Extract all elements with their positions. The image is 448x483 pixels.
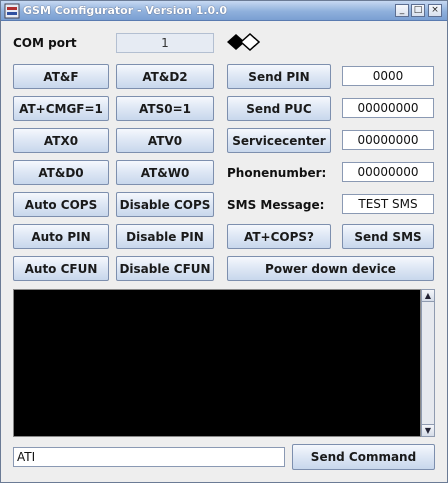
minimize-button[interactable]: _ — [395, 4, 409, 17]
phonenumber-label: Phonenumber: — [227, 166, 327, 180]
content-panel: COM port 1 AT&F AT&D2 Send PIN 0000 AT+C… — [1, 22, 447, 482]
send-command-button[interactable]: Send Command — [292, 444, 435, 470]
window-title: GSM Configurator - Version 1.0.0 — [23, 4, 228, 17]
auto-cfun-button[interactable]: Auto CFUN — [13, 256, 109, 281]
send-puc-button[interactable]: Send PUC — [227, 96, 331, 121]
sms-message-label: SMS Message: — [227, 198, 325, 212]
at-cmgf-button[interactable]: AT+CMGF=1 — [13, 96, 109, 121]
at-w0-button[interactable]: AT&W0 — [116, 160, 214, 185]
power-down-button[interactable]: Power down device — [227, 256, 434, 281]
com-port-label: COM port — [13, 36, 77, 50]
send-pin-button[interactable]: Send PIN — [227, 64, 331, 89]
scroll-up-icon[interactable]: ▲ — [422, 290, 434, 302]
com-port-field[interactable]: 1 — [116, 33, 214, 53]
close-button[interactable]: × — [428, 4, 442, 17]
pin-input[interactable]: 0000 — [342, 66, 434, 86]
auto-pin-button[interactable]: Auto PIN — [13, 224, 109, 249]
app-icon — [4, 3, 20, 19]
command-input[interactable]: ATI — [13, 447, 285, 467]
send-sms-button[interactable]: Send SMS — [342, 224, 434, 249]
puc-input[interactable]: 00000000 — [342, 98, 434, 118]
terminal-output[interactable] — [13, 289, 421, 437]
sms-message-input[interactable]: TEST SMS — [342, 194, 434, 214]
title-bar[interactable]: GSM Configurator - Version 1.0.0 _ □ × — [1, 1, 447, 21]
main-window: GSM Configurator - Version 1.0.0 _ □ × C… — [0, 0, 448, 483]
diamond-logo-icon — [227, 32, 260, 52]
disable-cfun-button[interactable]: Disable CFUN — [116, 256, 214, 281]
terminal-scrollbar[interactable]: ▲ ▼ — [421, 289, 435, 437]
phonenumber-input[interactable]: 00000000 — [342, 162, 434, 182]
servicecenter-button[interactable]: Servicecenter — [227, 128, 331, 153]
at-d0-button[interactable]: AT&D0 — [13, 160, 109, 185]
at-cops-query-button[interactable]: AT+COPS? — [227, 224, 331, 249]
auto-cops-button[interactable]: Auto COPS — [13, 192, 109, 217]
atv0-button[interactable]: ATV0 — [116, 128, 214, 153]
maximize-button[interactable]: □ — [411, 4, 425, 17]
ats0-button[interactable]: ATS0=1 — [116, 96, 214, 121]
servicecenter-input[interactable]: 00000000 — [342, 130, 434, 150]
scroll-down-icon[interactable]: ▼ — [422, 424, 434, 436]
atx0-button[interactable]: ATX0 — [13, 128, 109, 153]
at-d2-button[interactable]: AT&D2 — [116, 64, 214, 89]
disable-cops-button[interactable]: Disable COPS — [116, 192, 214, 217]
at-f-button[interactable]: AT&F — [13, 64, 109, 89]
disable-pin-button[interactable]: Disable PIN — [116, 224, 214, 249]
